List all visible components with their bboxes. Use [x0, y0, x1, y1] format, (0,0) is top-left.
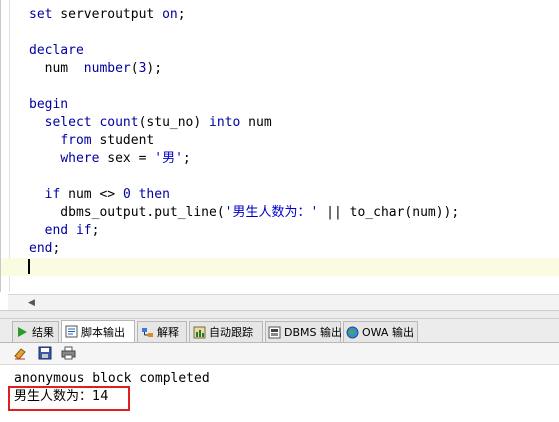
code-token: (: [130, 61, 139, 76]
code-line[interactable]: num number(3);: [29, 60, 559, 78]
code-token: if: [44, 187, 61, 202]
code-line[interactable]: dbms_output.put_line('男生人数为：' || to_char…: [29, 204, 559, 222]
code-token: || to_char(num));: [318, 205, 460, 220]
code-token: then: [138, 187, 170, 202]
clear-output-button[interactable]: [12, 346, 28, 362]
autotrace-icon: [192, 325, 206, 339]
tab-explain[interactable]: 解释: [137, 321, 187, 342]
editor-gutter: [1, 0, 10, 292]
code-token: );: [146, 61, 163, 76]
code-token: where: [60, 151, 100, 166]
owa-output-icon: [346, 325, 359, 339]
code-token: num: [240, 115, 272, 130]
code-line[interactable]: set serveroutput on;: [29, 6, 559, 24]
code-line[interactable]: where sex = '男';: [29, 150, 559, 168]
code-line[interactable]: end;: [29, 240, 559, 258]
eraser-icon: [13, 345, 27, 364]
code-token: '男生人数为：': [224, 205, 319, 220]
sql-editor[interactable]: set serveroutput on; declare num number(3…: [0, 0, 559, 292]
code-token: ;: [177, 7, 186, 22]
explain-plan-icon: [140, 325, 154, 339]
code-line[interactable]: [29, 24, 559, 42]
code-token: sex =: [99, 151, 155, 166]
code-token: number: [83, 61, 131, 76]
code-line[interactable]: [29, 168, 559, 186]
save-icon: [38, 345, 52, 364]
tab-results[interactable]: 结果: [12, 321, 59, 342]
horizontal-scrollbar[interactable]: ◀: [8, 294, 559, 310]
current-line[interactable]: [1, 258, 559, 276]
tab-explain-label: 解释: [157, 326, 179, 339]
print-icon: [61, 345, 76, 364]
code-token: on: [162, 7, 178, 22]
code-token: from: [60, 133, 92, 148]
code-token: set: [29, 7, 53, 22]
code-token: num: [29, 61, 84, 76]
code-token: serveroutput: [52, 7, 163, 22]
code-token: 0: [122, 187, 131, 202]
code-line[interactable]: end if;: [29, 222, 559, 240]
tab-dbms-output[interactable]: DBMS 输出: [265, 321, 342, 342]
dbms-output-icon: [268, 325, 281, 339]
code-token: ;: [91, 223, 100, 238]
code-token: ;: [182, 151, 191, 166]
code-token: dbms_output.put_line(: [29, 205, 225, 220]
code-token: count: [99, 115, 139, 130]
tab-owa-output-label: OWA 输出: [362, 326, 414, 339]
code-line[interactable]: select count(stu_no) into num: [29, 114, 559, 132]
code-token: num <>: [60, 187, 123, 202]
text-cursor: [28, 259, 30, 274]
tab-owa-output[interactable]: OWA 输出: [343, 321, 418, 342]
code-line[interactable]: declare: [29, 42, 559, 60]
code-token: into: [209, 115, 241, 130]
scroll-left-arrow-icon[interactable]: ◀: [28, 298, 35, 308]
result-highlight-box: [8, 386, 130, 411]
code-area[interactable]: set serveroutput on; declare num number(3…: [1, 6, 559, 276]
output-status-line: anonymous block completed: [14, 371, 210, 386]
code-token: declare: [29, 43, 84, 58]
code-token: begin: [29, 97, 69, 112]
tab-results-label: 结果: [32, 326, 54, 339]
code-line[interactable]: if num <> 0 then: [29, 186, 559, 204]
code-token: student: [91, 133, 155, 148]
output-toolbar: [0, 343, 559, 365]
panel-splitter[interactable]: [0, 310, 559, 319]
code-line[interactable]: from student: [29, 132, 559, 150]
tab-autotrace-label: 自动跟踪: [209, 326, 253, 339]
script-output-icon: [64, 325, 78, 339]
code-line[interactable]: [29, 78, 559, 96]
tab-dbms-output-label: DBMS 输出: [284, 326, 342, 339]
code-line[interactable]: begin: [29, 96, 559, 114]
tab-script-output[interactable]: 脚本输出: [61, 320, 135, 342]
code-token: '男': [154, 151, 183, 166]
code-token: (stu_no): [138, 115, 210, 130]
tab-autotrace[interactable]: 自动跟踪: [189, 321, 263, 342]
code-token: ;: [52, 241, 61, 256]
tab-script-output-label: 脚本输出: [81, 325, 125, 339]
code-token: end: [29, 241, 53, 256]
output-tabbar: 结果 脚本输出 解释 自动跟踪 DBMS 输出 OWA 输出: [0, 319, 559, 343]
code-token: end if: [44, 223, 92, 238]
play-icon: [15, 325, 29, 339]
print-output-button[interactable]: [60, 346, 76, 362]
code-token: select: [44, 115, 92, 130]
save-output-button[interactable]: [37, 346, 53, 362]
